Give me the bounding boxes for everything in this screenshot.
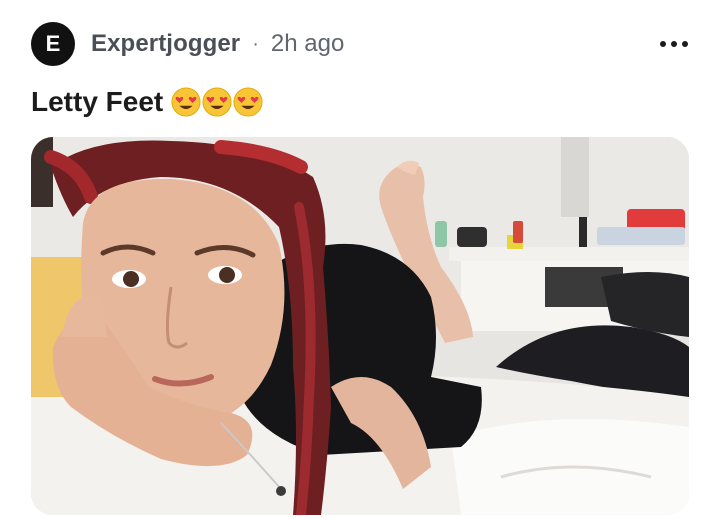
post-image[interactable]	[31, 137, 689, 515]
post-title: Letty Feet	[31, 82, 263, 122]
post-card: E Expertjogger · 2h ago Letty Feet	[0, 0, 720, 519]
post-time: 2h ago	[270, 30, 345, 57]
post-header: E Expertjogger · 2h ago	[31, 22, 692, 66]
post-title-text: Letty Feet	[31, 86, 164, 117]
avatar-letter: E	[45, 31, 61, 56]
dot	[671, 41, 677, 47]
title-emojis	[171, 87, 263, 117]
photo-illustration	[31, 137, 689, 515]
heart-eyes-emoji	[233, 87, 263, 117]
avatar[interactable]: E	[31, 22, 75, 66]
more-options-icon[interactable]	[656, 29, 692, 59]
heart-eyes-emoji	[171, 87, 201, 117]
heart-eyes-emoji	[202, 87, 232, 117]
author-name[interactable]: Expertjogger	[91, 30, 240, 58]
meta-separator: ·	[252, 32, 259, 55]
dot	[660, 41, 666, 47]
dot	[682, 41, 688, 47]
